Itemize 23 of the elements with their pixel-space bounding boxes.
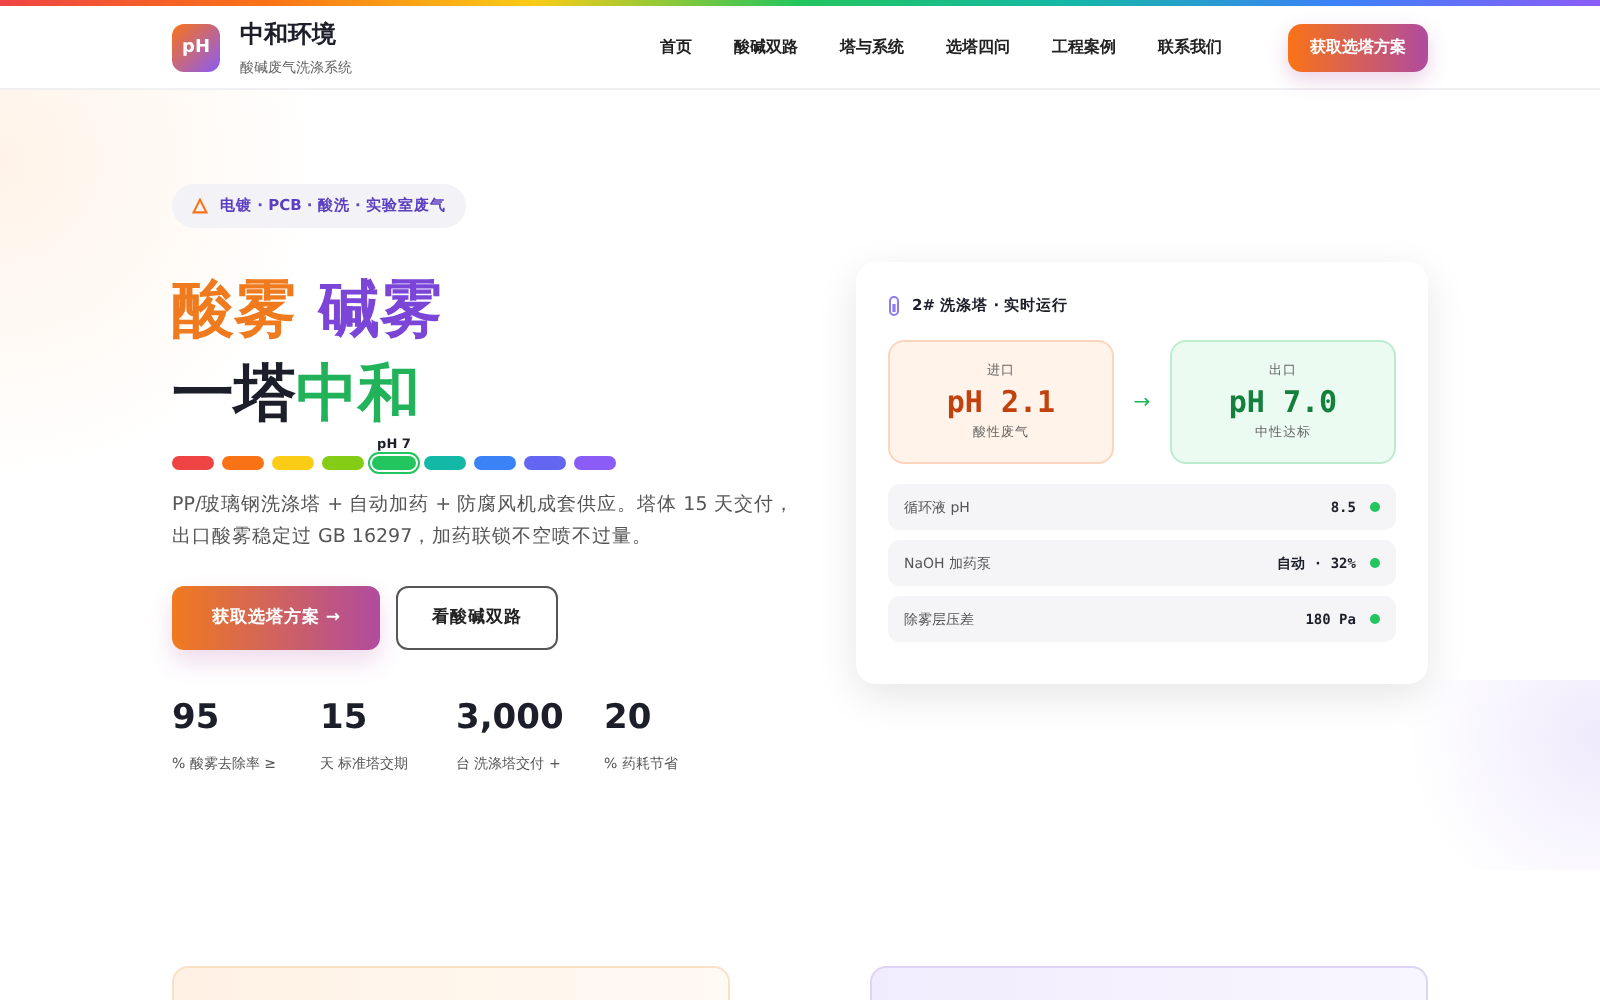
view-dual-path-button[interactable]: 看酸碱双路 xyxy=(396,586,558,650)
warning-icon xyxy=(192,198,208,214)
nav-link[interactable]: 选塔四问 xyxy=(946,36,1010,58)
nav-link[interactable]: 首页 xyxy=(660,36,692,58)
headline: 一塔中和 xyxy=(172,356,420,434)
thermometer-icon xyxy=(888,296,900,316)
hero-description: PP/玻璃钢洗涤塔 + 自动加药 + 防腐风机成套供应。塔体 15 天交付，出口酸雾稳定过 GB 16297，加药联锁不空喷不过量。 xyxy=(172,492,796,552)
nav-link[interactable]: 联系我们 xyxy=(1158,36,1222,58)
headline: 酸雾 碱雾 xyxy=(172,272,442,350)
stat-value: 15 xyxy=(320,698,370,738)
stat-value: 20 xyxy=(604,698,654,738)
logo[interactable]: pH xyxy=(172,23,220,71)
flow-arrow: → xyxy=(1133,391,1151,413)
stat-value: 95 xyxy=(172,698,222,738)
nav-link[interactable]: 工程案例 xyxy=(1052,36,1116,58)
outlet-ph: pH 7.0 xyxy=(1228,384,1338,420)
brand-name: 中和环境 xyxy=(240,17,338,51)
nav-link[interactable]: 塔与系统 xyxy=(840,36,904,58)
inlet-ph: pH 2.1 xyxy=(946,384,1056,420)
stat-value: 3,000 xyxy=(456,698,566,738)
nav-link[interactable]: 酸碱双路 xyxy=(734,36,798,58)
get-plan-button[interactable]: 获取选塔方案 → xyxy=(172,586,380,650)
cta-button[interactable]: 获取选塔方案 xyxy=(1288,23,1428,71)
